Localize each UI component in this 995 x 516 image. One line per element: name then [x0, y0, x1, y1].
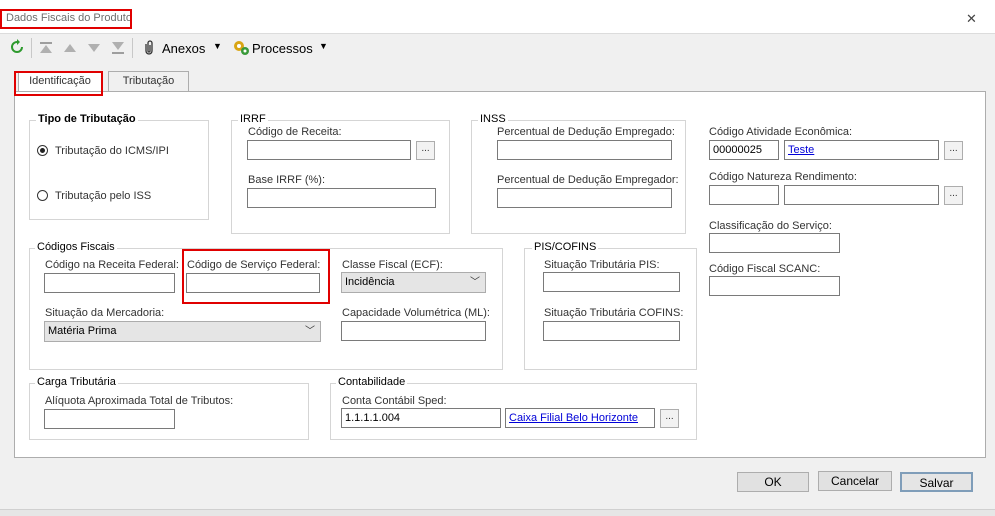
atividade-economica-lookup-button[interactable]: ...: [944, 141, 963, 160]
tipo-tributacao-group: [29, 120, 209, 220]
gears-icon: [232, 39, 250, 60]
servico-federal-highlight-box: [182, 249, 330, 304]
radio-icms-ipi[interactable]: [37, 145, 48, 156]
title-highlight-box: [0, 9, 132, 29]
aliquota-input[interactable]: [44, 409, 175, 429]
deducao-empregador-label: Percentual de Dedução Empregador:: [497, 174, 679, 186]
processos-button[interactable]: Processos ▼: [231, 34, 331, 62]
codigo-receita-input[interactable]: [247, 140, 411, 160]
codigos-fiscais-title: Códigos Fiscais: [35, 241, 117, 253]
first-record-icon[interactable]: [39, 42, 53, 57]
receita-federal-label: Código na Receita Federal:: [45, 259, 179, 271]
conta-contabil-link[interactable]: Caixa Filial Belo Horizonte: [505, 408, 655, 428]
salvar-button[interactable]: Salvar: [900, 472, 973, 492]
codigo-receita-lookup-button[interactable]: ...: [416, 141, 435, 160]
natureza-rendimento-code-input[interactable]: [709, 185, 779, 205]
chevron-down-icon: ﹀: [470, 277, 480, 288]
deducao-empregador-input[interactable]: [497, 188, 672, 208]
close-icon[interactable]: ✕: [966, 11, 977, 27]
situacao-cofins-label: Situação Tributária COFINS:: [544, 307, 684, 319]
classificacao-servico-input[interactable]: [709, 233, 840, 253]
deducao-empregado-input[interactable]: [497, 140, 672, 160]
cancelar-button[interactable]: Cancelar: [818, 471, 892, 491]
atividade-economica-label: Código Atividade Econômica:: [709, 126, 853, 138]
next-record-icon[interactable]: [87, 43, 101, 56]
irrf-title: IRRF: [238, 113, 268, 125]
capacidade-volumetrica-label: Capacidade Volumétrica (ML):: [342, 307, 490, 319]
classe-fiscal-select[interactable]: Incidência ﹀: [341, 272, 486, 293]
chevron-down-icon: ﹀: [305, 326, 315, 337]
refresh-icon[interactable]: [9, 39, 25, 58]
natureza-rendimento-desc-input[interactable]: [784, 185, 939, 205]
atividade-economica-link[interactable]: Teste: [784, 140, 939, 160]
classe-fiscal-label: Classe Fiscal (ECF):: [342, 259, 443, 271]
codigo-scanc-input[interactable]: [709, 276, 840, 296]
toolbar-separator: [132, 38, 133, 58]
radio-iss-label[interactable]: Tributação pelo ISS: [55, 190, 151, 202]
processos-label: Processos: [252, 41, 313, 56]
anexos-label: Anexos: [162, 41, 206, 56]
pis-cofins-title: PIS/COFINS: [532, 241, 599, 253]
title-bar: Dados Fiscais do Produto ✕: [0, 0, 995, 34]
situacao-pis-input[interactable]: [543, 272, 680, 292]
contabilidade-title: Contabilidade: [336, 376, 408, 388]
receita-federal-input[interactable]: [44, 273, 175, 293]
base-irrf-input[interactable]: [247, 188, 436, 208]
atividade-economica-code-input[interactable]: 00000025: [709, 140, 779, 160]
tab-tributacao[interactable]: Tributação: [108, 71, 189, 92]
codigo-scanc-label: Código Fiscal SCANC:: [709, 263, 821, 275]
capacidade-volumetrica-input[interactable]: [341, 321, 486, 341]
aliquota-label: Alíquota Aproximada Total de Tributos:: [45, 395, 234, 407]
conta-contabil-code-input[interactable]: 1.1.1.1.004: [341, 408, 501, 428]
natureza-rendimento-lookup-button[interactable]: ...: [944, 186, 963, 205]
codigo-receita-label: Código de Receita:: [248, 126, 342, 138]
chevron-down-icon: ▼: [213, 41, 222, 51]
carga-tributaria-title: Carga Tributária: [35, 376, 118, 388]
chevron-down-icon: ▼: [319, 41, 328, 51]
toolbar-separator: [31, 38, 32, 58]
deducao-empregado-label: Percentual de Dedução Empregado:: [497, 126, 675, 138]
conta-contabil-lookup-button[interactable]: ...: [660, 409, 679, 428]
paperclip-icon: [142, 40, 156, 59]
inss-title: INSS: [478, 113, 508, 125]
tipo-tributacao-title: Tipo de Tributação: [36, 113, 138, 125]
anexos-button[interactable]: Anexos ▼: [140, 34, 225, 62]
previous-record-icon[interactable]: [63, 43, 77, 56]
situacao-mercadoria-value: Matéria Prima: [48, 325, 117, 337]
classe-fiscal-value: Incidência: [345, 276, 395, 288]
situacao-cofins-input[interactable]: [543, 321, 680, 341]
natureza-rendimento-label: Código Natureza Rendimento:: [709, 171, 857, 183]
last-record-icon[interactable]: [111, 42, 125, 57]
radio-iss[interactable]: [37, 190, 48, 201]
classificacao-servico-label: Classificação do Serviço:: [709, 220, 832, 232]
base-irrf-label: Base IRRF (%):: [248, 174, 326, 186]
situacao-mercadoria-label: Situação da Mercadoria:: [45, 307, 165, 319]
ok-button[interactable]: OK: [737, 472, 809, 492]
situacao-pis-label: Situação Tributária PIS:: [544, 259, 660, 271]
conta-contabil-label: Conta Contábil Sped:: [342, 395, 447, 407]
toolbar: Anexos ▼ Processos ▼: [0, 34, 995, 62]
situacao-mercadoria-select[interactable]: Matéria Prima ﹀: [44, 321, 321, 342]
radio-icms-ipi-label[interactable]: Tributação do ICMS/IPI: [55, 145, 169, 157]
tab-highlight-box: [14, 71, 103, 96]
